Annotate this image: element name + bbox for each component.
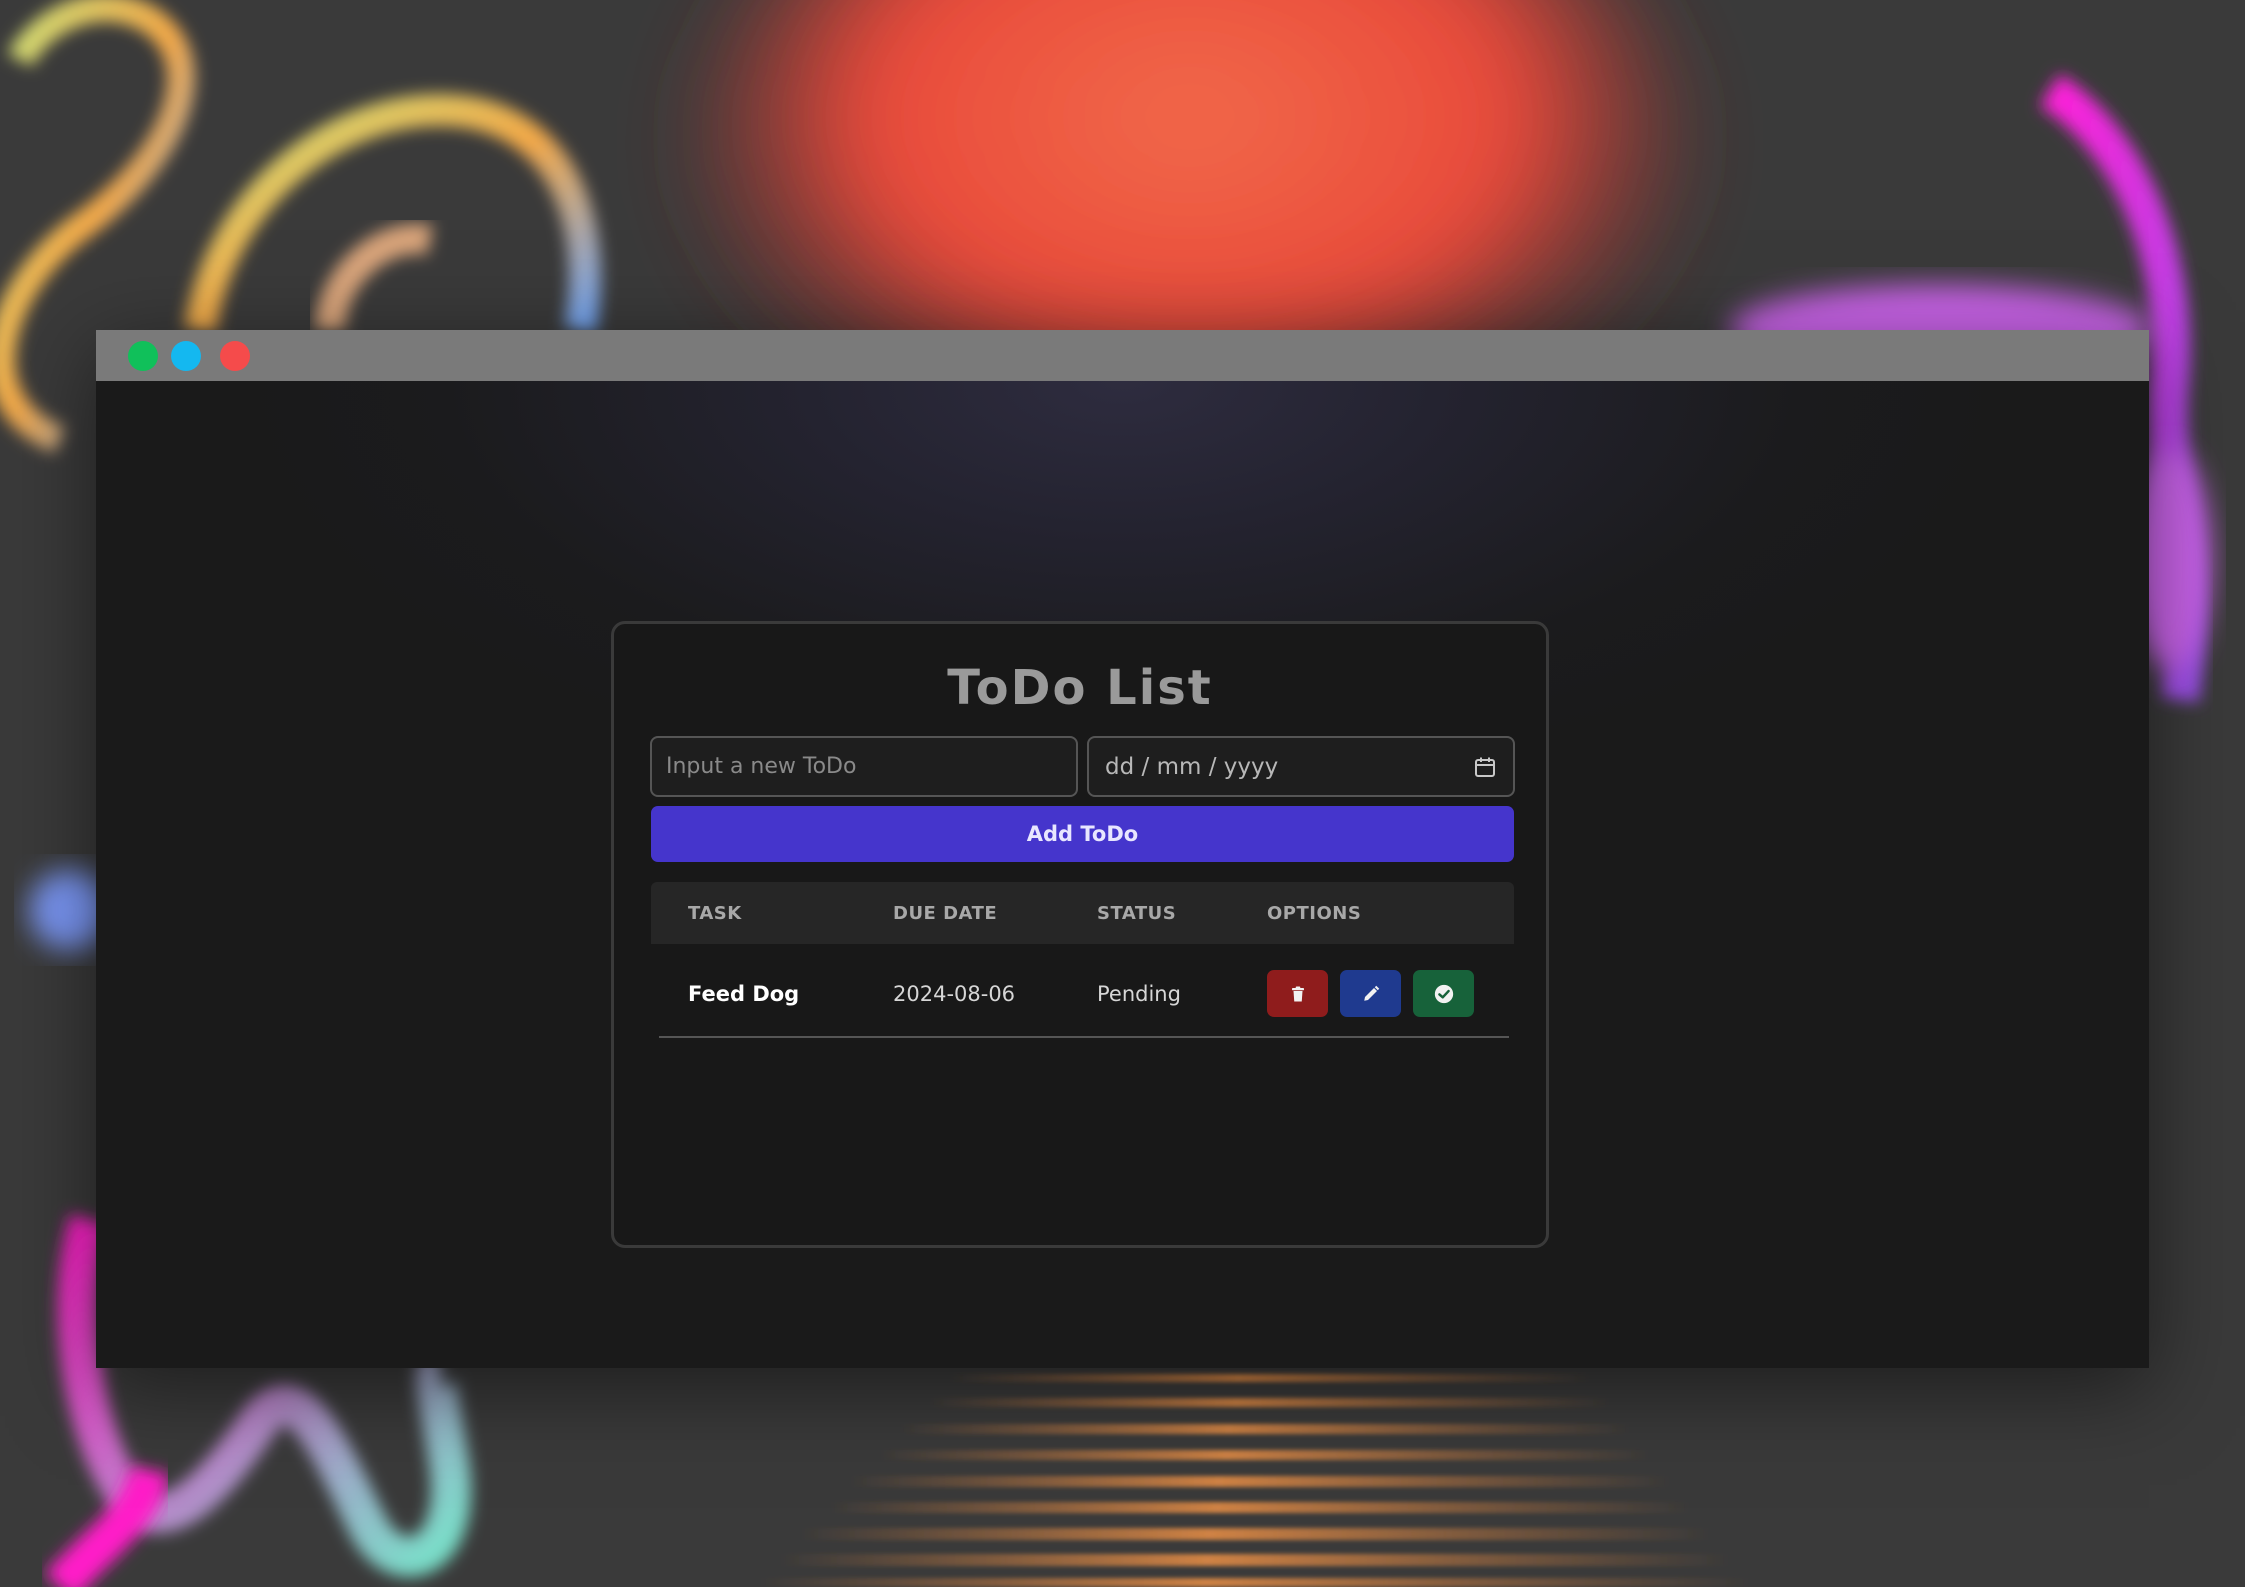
todo-text-input[interactable] (650, 736, 1078, 797)
due-date-cell: 2024-08-06 (893, 982, 1016, 1006)
status-cell: Pending (1097, 982, 1181, 1006)
floor-reflection (700, 1368, 1840, 1587)
column-header-due-date: DUE DATE (893, 903, 998, 924)
complete-todo-button[interactable] (1413, 970, 1474, 1017)
check-circle-icon (1413, 984, 1474, 1004)
window-minimize-button[interactable] (171, 341, 201, 371)
due-date-input[interactable]: dd / mm / yyyy (1087, 736, 1515, 797)
window-titlebar[interactable] (96, 330, 2149, 381)
todo-card: ToDo List dd / mm / yyyy Add ToDo TASK D… (611, 621, 1549, 1248)
row-divider (659, 1036, 1509, 1038)
column-header-status: STATUS (1097, 903, 1177, 924)
page-title: ToDo List (947, 660, 1213, 716)
calendar-icon[interactable] (1473, 755, 1497, 779)
task-cell: Feed Dog (688, 982, 800, 1006)
column-header-options: OPTIONS (1267, 903, 1362, 924)
app-window: ToDo List dd / mm / yyyy Add ToDo TASK D… (96, 330, 2149, 1368)
trash-icon (1267, 985, 1328, 1003)
delete-todo-button[interactable] (1267, 970, 1328, 1017)
column-header-task: TASK (688, 903, 742, 924)
due-date-placeholder: dd / mm / yyyy (1105, 754, 1279, 780)
add-todo-button[interactable]: Add ToDo (651, 806, 1514, 862)
pencil-icon (1340, 985, 1401, 1003)
app-viewport: ToDo List dd / mm / yyyy Add ToDo TASK D… (96, 381, 2149, 1368)
edit-todo-button[interactable] (1340, 970, 1401, 1017)
window-maximize-button[interactable] (128, 341, 158, 371)
table-header: TASK DUE DATE STATUS OPTIONS (651, 882, 1514, 944)
window-close-button[interactable] (220, 341, 250, 371)
table-row: Feed Dog 2024-08-06 Pending (651, 944, 1514, 1044)
